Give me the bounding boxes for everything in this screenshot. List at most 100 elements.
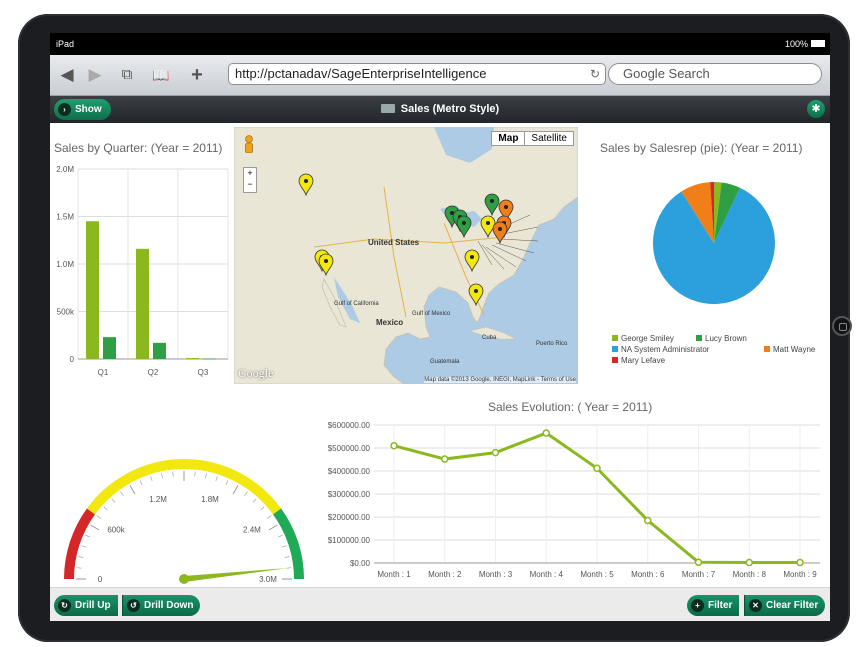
line-y-tick-label: $200000.00 [328,513,371,522]
line-point[interactable] [491,448,500,457]
drill-up-label: Drill Up [75,600,111,611]
gauge-tick [281,545,287,548]
line-point[interactable] [644,516,652,525]
gauge-tick [194,471,196,477]
gauge-band [64,508,96,580]
line-y-tick-label: $0.00 [350,559,371,568]
gauge-pivot [179,574,189,584]
clear-filter-button[interactable]: ✕ Clear Filter [744,595,826,616]
map-marker-dot [470,255,474,259]
dashboard-icon [380,104,395,113]
settings-button[interactable]: ✱ [807,100,825,118]
pie-legend-label: Mary Lefave [621,356,666,365]
line-y-tick-label: $100000.00 [328,536,371,545]
add-icon[interactable]: + [186,64,208,86]
clear-filter-label: Clear Filter [766,600,819,611]
map-type-map[interactable]: Map [492,132,524,145]
bar-q3-s1[interactable] [186,358,199,359]
map-marker-dot [462,221,466,225]
line-point[interactable] [796,558,804,567]
line-point[interactable] [593,464,601,472]
line-x-tick-label: Month : 2 [428,570,462,579]
map-marker-dot [490,199,494,203]
bar-q2-s1[interactable] [136,248,149,359]
tabs-icon[interactable]: ⧉ [116,64,138,86]
line-point[interactable] [745,558,753,567]
label-gulf-california: Gulf of California [334,301,379,307]
pie-legend-swatch [612,335,618,341]
line-x-tick-label: Month : 6 [631,570,665,579]
line-point[interactable] [542,429,550,437]
gauge-tick-label: 1.2M [149,495,167,504]
bar-chart: 0 500k 1.0M 1.5M 2.0M Q1 Q2 Q3 [56,165,229,377]
line-x-tick-label: Month : 5 [580,570,614,579]
gauge-tick-label: 1.8M [201,495,219,504]
bar-q1-s1[interactable] [86,221,99,359]
screen: iPad 100% ◀ ▶ ⧉ 📖 + http://pctanadav/Sag… [50,33,830,621]
dashboard-content: Sales by Quarter: (Year = 2011) 0 500k 1.0… [50,123,830,587]
close-icon: ✕ [749,599,762,612]
gauge-tick [277,534,283,538]
url-field[interactable]: http://pctanadav/SageEnterpriseIntellige… [228,63,606,85]
gauge-tick [161,473,163,479]
gauge-tick-label: 2.4M [243,526,261,535]
gauge-tick [139,480,143,486]
gauge-tick [111,498,116,503]
status-bar: iPad 100% [50,33,830,55]
line-point[interactable] [441,455,449,463]
gauge-chart: 0 600k 1.2M 1.8M 2.4M 3.0M [64,459,304,584]
bar-q1-s2[interactable] [103,337,116,359]
drill-down-button[interactable]: ↺ Drill Down [122,595,201,616]
show-button-label: Show [75,104,102,115]
line-point[interactable] [390,441,398,450]
forward-icon[interactable]: ▶ [84,64,106,86]
search-input[interactable]: Google Search [608,63,822,85]
label-cuba: Cuba [482,335,497,341]
show-button[interactable]: › Show [54,99,111,120]
pie-legend-swatch [764,346,770,352]
label-guatemala: Guatemala [430,359,460,365]
label-puerto-rico: Puerto Rico [536,341,568,347]
zoom-control[interactable]: + − [243,167,257,193]
gauge-tick [76,567,82,569]
carrier-label: iPad [56,39,75,49]
url-text: http://pctanadav/SageEnterpriseIntellige… [235,66,487,81]
bookmarks-icon[interactable]: 📖 [150,64,172,86]
map-panel[interactable]: United States Mexico Gulf of California … [234,127,578,384]
gauge-tick [268,524,278,531]
chevron-right-icon: › [58,103,71,116]
plus-icon: + [691,599,704,612]
back-icon[interactable]: ◀ [56,64,78,86]
bar-q2-s2[interactable] [153,342,166,359]
line-point[interactable] [694,558,703,567]
zoom-in-icon[interactable]: + [244,168,256,179]
google-logo: Google [238,366,274,380]
bar-chart-title: Sales by Quarter: (Year = 2011) [54,141,223,155]
map-marker-dot [486,221,490,225]
map-attribution[interactable]: Map data ©2013 Google, INEGI, MapLink - … [424,377,576,383]
zoom-out-icon[interactable]: − [244,179,256,190]
line-x-tick-label: Month : 8 [733,570,767,579]
pie-legend-label: Matt Wayne [773,345,816,354]
drill-down-icon: ↺ [127,599,140,612]
gauge-tick [120,491,124,496]
drill-up-icon: ↻ [58,599,71,612]
gauge-tick [90,524,100,531]
filter-button[interactable]: + Filter [687,595,740,616]
gauge-tick [172,471,174,477]
home-button[interactable] [832,316,852,336]
drill-up-button[interactable]: ↻ Drill Up [54,595,118,616]
line-x-tick-label: Month : 4 [530,570,564,579]
bar-y-tick-label: 2.0M [56,165,74,174]
pegman-icon[interactable] [243,135,255,154]
line-x-tick-label: Month : 9 [783,570,817,579]
line-chart: $0.00 $100000.00 $200000.00 $300000.00 $4000… [328,421,820,579]
app-toolbar: Sales (Metro Style) › Show ✱ [50,96,830,123]
gauge-tick [232,485,239,495]
gauge-tick-label: 0 [98,575,103,584]
map-type-satellite[interactable]: Satellite [524,132,573,145]
label-united-states: United States [368,238,420,247]
bar-q3-s2[interactable] [203,358,216,360]
pie-legend-label: Lucy Brown [705,334,747,343]
reload-icon[interactable]: ↻ [590,64,600,84]
